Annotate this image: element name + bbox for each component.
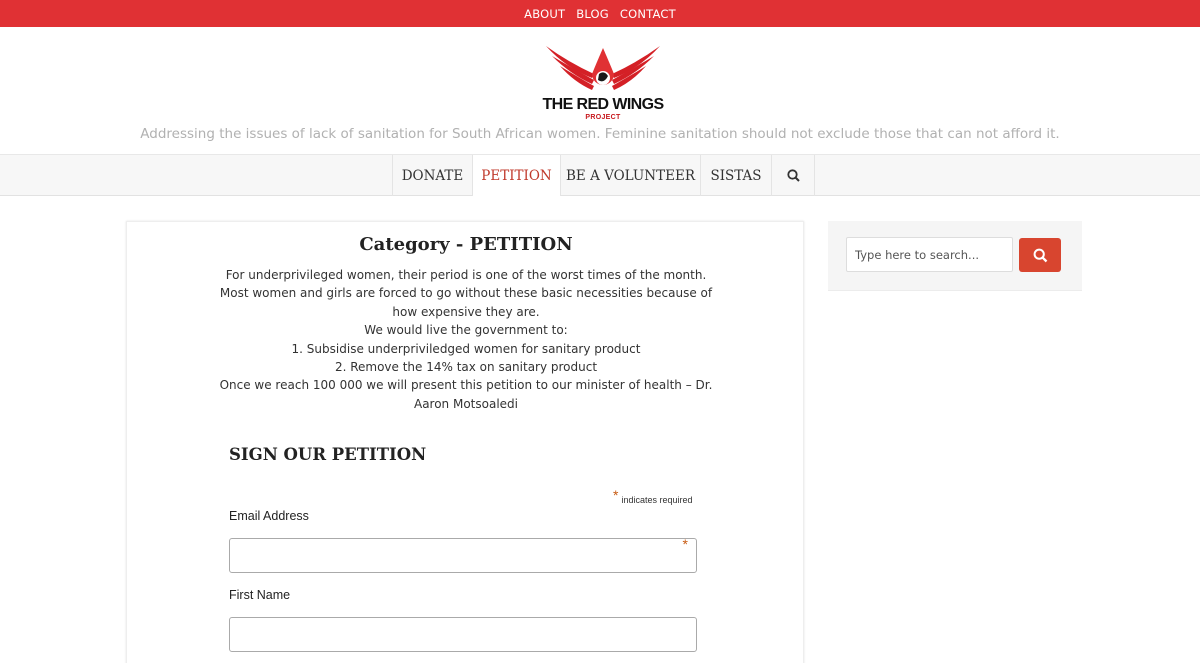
logo-wordmark: THE RED WINGS: [542, 96, 664, 113]
search-icon: [786, 169, 800, 182]
sidebar-search-button[interactable]: [1019, 238, 1061, 272]
top-bar: ABOUT BLOG CONTACT: [0, 0, 1200, 27]
sidebar-search-widget: [828, 221, 1082, 291]
nav-item-donate[interactable]: DONATE: [393, 155, 473, 196]
required-star: *: [682, 536, 688, 552]
first-name-field[interactable]: [229, 617, 697, 652]
petition-description: For underprivileged women, their period …: [213, 266, 719, 413]
site-logo[interactable]: THE RED WINGS PROJECT: [538, 40, 668, 126]
top-link-blog[interactable]: BLOG: [576, 7, 609, 21]
top-link-contact[interactable]: CONTACT: [620, 7, 676, 21]
site-tagline: Addressing the issues of lack of sanitat…: [140, 126, 1060, 142]
search-icon: [1033, 248, 1047, 262]
required-star: *: [613, 487, 619, 503]
description-line: We would live the government to:: [364, 323, 568, 338]
email-label: Email Address: [229, 509, 309, 523]
nav-item-petition[interactable]: PETITION: [473, 155, 561, 196]
nav-search-button[interactable]: [772, 155, 815, 196]
red-wings-logo-icon: [546, 46, 660, 90]
page-title: Category - PETITION: [359, 234, 573, 255]
nav-item-sistas[interactable]: SISTAS: [701, 155, 772, 196]
email-field[interactable]: *: [229, 536, 697, 573]
top-link-about[interactable]: ABOUT: [524, 7, 565, 21]
description-paragraph: For underprivileged women, their period …: [219, 268, 713, 319]
description-line: 1. Subsidise underpriviledged women for …: [291, 341, 641, 356]
sidebar-search-input[interactable]: [846, 237, 1013, 272]
description-line: Once we reach 100 000 we will present th…: [219, 378, 713, 411]
main-navigation: DONATE PETITION BE A VOLUNTEER SISTAS: [0, 154, 1200, 196]
description-line: 2. Remove the 14% tax on sanitary produc…: [334, 360, 598, 375]
logo-subtext: PROJECT: [585, 114, 621, 121]
form-heading: SIGN OUR PETITION: [229, 445, 427, 464]
nav-item-volunteer[interactable]: BE A VOLUNTEER: [561, 155, 701, 196]
first-name-label: First Name: [229, 588, 291, 602]
required-note-text: indicates required: [621, 495, 693, 505]
required-note: * indicates required: [613, 487, 693, 506]
content-panel: Category - PETITION For underprivileged …: [126, 221, 804, 663]
